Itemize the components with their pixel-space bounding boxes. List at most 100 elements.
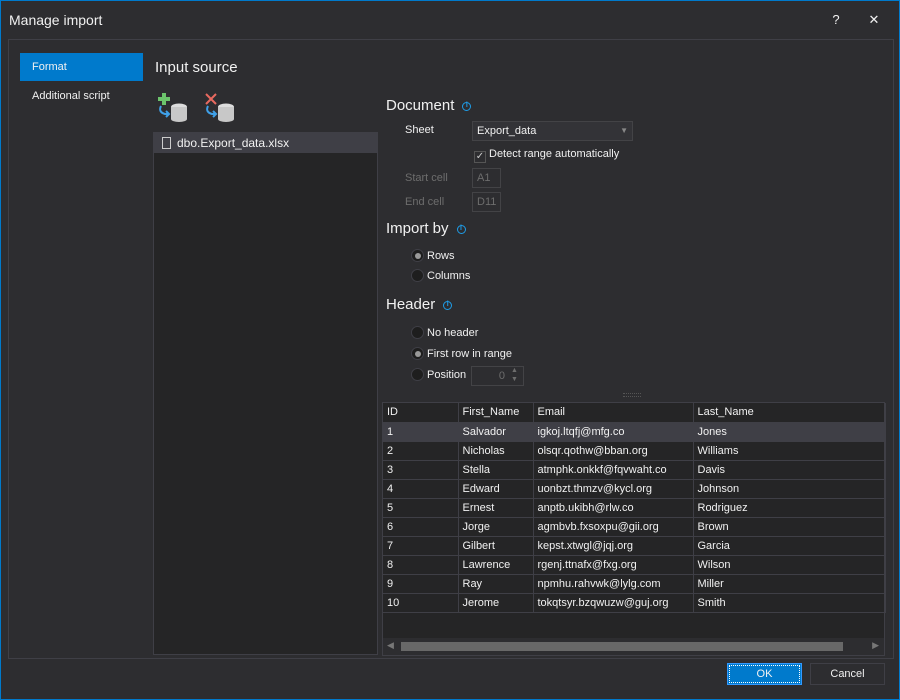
table-cell[interactable]: Rodriguez [693,498,886,518]
remove-datasource-icon [205,93,234,122]
table-cell[interactable]: 6 [383,517,459,537]
remove-datasource-button[interactable] [204,92,236,122]
radio-first-row[interactable]: First row in range [411,347,512,360]
table-row[interactable]: 10 Jerome tokqtsyr.bzqwuzw@guj.org Smith [383,593,886,613]
table-cell[interactable]: Jorge [458,517,534,537]
table-cell[interactable]: Garcia [693,536,886,556]
stepper-arrows-icon[interactable]: ▲ ▼ [511,366,518,384]
table-row[interactable]: 4 Edward uonbzt.thmzv@kycl.org Johnson [383,479,886,499]
nav-item-additional-script[interactable]: Additional script [20,82,143,110]
radio-columns[interactable]: Columns [411,269,470,282]
source-list[interactable]: dbo.Export_data.xlsx [153,132,378,655]
radio-label: First row in range [427,348,512,360]
close-button[interactable]: ✕ [861,9,887,31]
column-header[interactable]: Email [533,403,694,423]
table-cell[interactable]: 10 [383,593,459,613]
table-cell[interactable]: 7 [383,536,459,556]
radio-no-header[interactable]: No header [411,326,478,339]
table-cell[interactable]: tokqtsyr.bzqwuzw@guj.org [533,593,694,613]
window-title: Manage import [9,12,103,28]
table-cell[interactable]: 1 [383,422,459,442]
table-cell[interactable]: olsqr.qothw@bban.org [533,441,694,461]
table-cell[interactable]: Wilson [693,555,886,575]
table-row[interactable]: 9 Ray npmhu.rahvwk@lylg.com Miller [383,574,886,594]
radio-icon [411,249,424,262]
table-cell[interactable]: Ernest [458,498,534,518]
table-cell[interactable]: igkoj.ltqfj@mfg.co [533,422,694,442]
table-cell[interactable]: 5 [383,498,459,518]
add-datasource-button[interactable] [157,92,189,122]
table-cell[interactable]: Williams [693,441,886,461]
radio-icon [411,326,424,339]
table-cell[interactable]: Johnson [693,479,886,499]
document-section: Document i [386,97,472,114]
table-row[interactable]: 8 Lawrence rgenj.ttnafx@fxg.org Wilson [383,555,886,575]
end-cell-input[interactable]: D11 [472,192,501,212]
table-cell[interactable]: uonbzt.thmzv@kycl.org [533,479,694,499]
table-cell[interactable]: Miller [693,574,886,594]
detect-range-checkbox[interactable]: ✓ Detect range automatically [474,148,619,163]
table-cell[interactable]: rgenj.ttnafx@fxg.org [533,555,694,575]
table-cell[interactable]: Nicholas [458,441,534,461]
scroll-left-icon[interactable]: ◀ [387,640,394,651]
table-row[interactable]: 3 Stella atmphk.onkkf@fqvwaht.co Davis [383,460,886,480]
table-cell[interactable]: Lawrence [458,555,534,575]
file-name: dbo.Export_data.xlsx [177,136,290,150]
table-cell[interactable]: atmphk.onkkf@fqvwaht.co [533,460,694,480]
table-row[interactable]: 7 Gilbert kepst.xtwgl@jqj.org Garcia [383,536,886,556]
table-row[interactable]: 5 Ernest anptb.ukibh@rlw.co Rodriguez [383,498,886,518]
horizontal-scrollbar[interactable]: ◀ ▶ [383,638,884,655]
column-header[interactable]: First_Name [458,403,534,423]
column-header[interactable]: ID [383,403,459,423]
cancel-button[interactable]: Cancel [810,663,885,685]
start-cell-input[interactable]: A1 [472,168,501,188]
radio-icon [411,269,424,282]
table-cell[interactable]: Ray [458,574,534,594]
table-cell[interactable]: Davis [693,460,886,480]
info-icon[interactable]: i [443,301,453,310]
table-cell[interactable]: kepst.xtwgl@jqj.org [533,536,694,556]
header-title: Header [386,296,436,313]
table-cell[interactable]: Jerome [458,593,534,613]
table-cell[interactable]: Gilbert [458,536,534,556]
radio-rows[interactable]: Rows [411,249,455,262]
info-icon[interactable]: i [456,225,466,234]
table-cell[interactable]: Salvador [458,422,534,442]
start-cell-label: Start cell [405,172,448,184]
table-cell[interactable]: 9 [383,574,459,594]
column-header[interactable]: Last_Name [693,403,886,423]
table-cell[interactable]: Smith [693,593,886,613]
table-cell[interactable]: 4 [383,479,459,499]
table-cell[interactable]: 3 [383,460,459,480]
scroll-right-icon[interactable]: ▶ [872,640,879,651]
radio-icon [411,347,424,360]
table-cell[interactable]: agmbvb.fxsoxpu@gii.org [533,517,694,537]
list-item[interactable]: dbo.Export_data.xlsx [154,133,377,153]
preview-grid[interactable]: ID First_Name Email Last_Name 1 Salvador i… [382,402,886,656]
sheet-label: Sheet [405,124,434,136]
grid-header-row: ID First_Name Email Last_Name [383,403,886,423]
table-cell[interactable]: anptb.ukibh@rlw.co [533,498,694,518]
table-row[interactable]: 2 Nicholas olsqr.qothw@bban.org Williams [383,441,886,461]
table-cell[interactable]: npmhu.rahvwk@lylg.com [533,574,694,594]
table-cell[interactable]: Brown [693,517,886,537]
table-cell[interactable]: 8 [383,555,459,575]
radio-label: Columns [427,270,471,282]
table-row[interactable]: 6 Jorge agmbvb.fxsoxpu@gii.org Brown [383,517,886,537]
radio-position[interactable]: Position [411,368,466,381]
scrollbar-thumb[interactable] [401,642,843,651]
splitter-handle[interactable] [623,393,641,397]
document-title: Document [386,97,455,114]
sheet-select[interactable]: Export_data ▼ [472,121,633,141]
checkmark-icon: ✓ [474,151,486,163]
help-button[interactable]: ? [823,9,849,31]
nav-item-format[interactable]: Format [20,53,143,81]
table-cell[interactable]: Jones [693,422,886,442]
table-cell[interactable]: Stella [458,460,534,480]
radio-label: Rows [427,250,455,262]
table-cell[interactable]: Edward [458,479,534,499]
info-icon[interactable]: i [462,102,472,111]
ok-button[interactable]: OK [727,663,802,685]
table-cell[interactable]: 2 [383,441,459,461]
table-row[interactable]: 1 Salvador igkoj.ltqfj@mfg.co Jones [383,422,886,442]
